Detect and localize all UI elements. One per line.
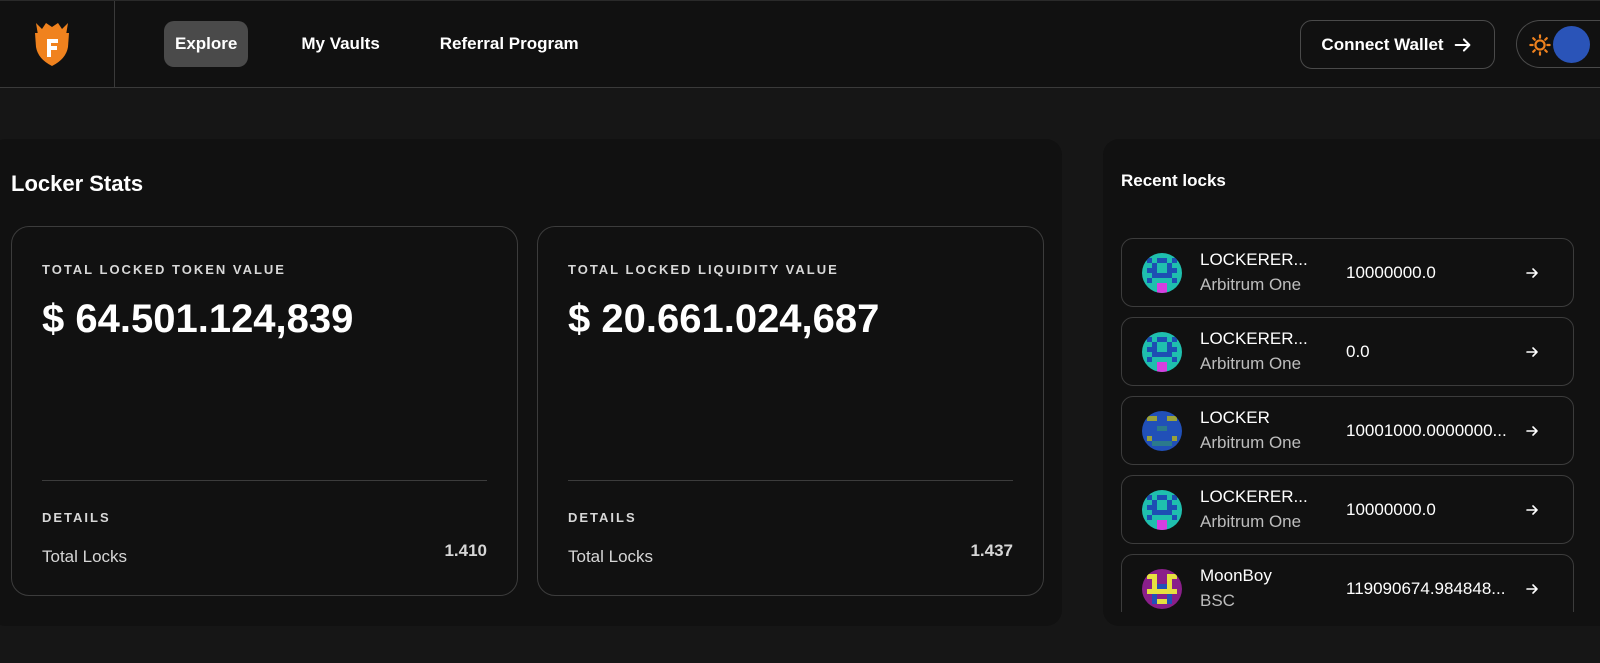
lock-token-name: LOCKERER... bbox=[1200, 487, 1308, 506]
lock-amount: 10000000.0 bbox=[1346, 500, 1436, 519]
nav-explore[interactable]: Explore bbox=[164, 21, 249, 67]
recent-locks-list[interactable]: LOCKERER... Arbitrum One 10000000.0 LOCK… bbox=[1121, 238, 1574, 612]
connect-wallet-label: Connect Wallet bbox=[1321, 34, 1444, 54]
lock-item[interactable]: LOCKER Arbitrum One 10001000.0000000... bbox=[1121, 396, 1574, 465]
nav-referral-program[interactable]: Referral Program bbox=[429, 21, 590, 67]
nav-my-vaults[interactable]: My Vaults bbox=[290, 21, 390, 67]
lock-token-name: LOCKERER... bbox=[1200, 250, 1308, 269]
token-avatar-icon bbox=[1142, 253, 1182, 293]
lock-chain: BSC bbox=[1200, 591, 1235, 610]
sun-icon bbox=[1529, 34, 1551, 56]
arrow-right-icon bbox=[1526, 426, 1538, 436]
toggle-knob bbox=[1553, 26, 1590, 63]
lock-token-name: LOCKERER... bbox=[1200, 329, 1308, 348]
card-value: $ 20.661.024,687 bbox=[568, 297, 880, 341]
lock-amount: 119090674.984848... bbox=[1346, 579, 1506, 598]
arrow-right-icon bbox=[1526, 584, 1538, 594]
theme-toggle[interactable] bbox=[1516, 20, 1600, 68]
lock-item[interactable]: MoonBoy BSC 119090674.984848... bbox=[1121, 554, 1574, 612]
lock-amount: 10000000.0 bbox=[1346, 263, 1436, 282]
logo-icon[interactable] bbox=[32, 17, 72, 67]
lock-chain: Arbitrum One bbox=[1200, 512, 1302, 531]
top-navbar: Explore My Vaults Referral Program Conne… bbox=[0, 0, 1600, 88]
moon-icon bbox=[1569, 36, 1577, 52]
liquidity-value-card: TOTAL LOCKED LIQUIDITY VALUE $ 20.661.02… bbox=[537, 226, 1044, 596]
card-value: $ 64.501.124,839 bbox=[42, 297, 354, 341]
lock-token-name: LOCKER bbox=[1200, 408, 1270, 427]
main-nav: Explore My Vaults Referral Program bbox=[164, 21, 590, 67]
lock-chain: Arbitrum One bbox=[1200, 433, 1302, 452]
lock-chain: Arbitrum One bbox=[1200, 354, 1302, 373]
details-label: DETAILS bbox=[568, 510, 637, 525]
connect-wallet-button[interactable]: Connect Wallet bbox=[1300, 20, 1495, 69]
logo-cell bbox=[0, 1, 115, 88]
lock-item[interactable]: LOCKERER... Arbitrum One 0.0 bbox=[1121, 317, 1574, 386]
lock-token-name: MoonBoy bbox=[1200, 566, 1272, 585]
total-locks-label: Total Locks bbox=[568, 547, 654, 566]
lock-chain: Arbitrum One bbox=[1200, 275, 1302, 294]
lock-amount: 0.0 bbox=[1346, 342, 1370, 361]
token-value-card: TOTAL LOCKED TOKEN VALUE $ 64.501.124,83… bbox=[11, 226, 518, 596]
recent-locks-title: Recent locks bbox=[1121, 171, 1226, 190]
arrow-right-icon bbox=[1526, 347, 1538, 357]
lock-amount: 10001000.0000000... bbox=[1346, 421, 1507, 440]
lock-item[interactable]: LOCKERER... Arbitrum One 10000000.0 bbox=[1121, 238, 1574, 307]
recent-locks-panel: Recent locks LOCKERER... Arbitrum One 10… bbox=[1103, 139, 1600, 626]
card-label: TOTAL LOCKED LIQUIDITY VALUE bbox=[568, 262, 839, 277]
token-avatar-icon bbox=[1142, 569, 1182, 609]
total-locks-value: 1.437 bbox=[970, 541, 1013, 560]
token-avatar-icon bbox=[1142, 490, 1182, 530]
locker-stats-panel: Locker Stats TOTAL LOCKED TOKEN VALUE $ … bbox=[0, 139, 1062, 626]
card-label: TOTAL LOCKED TOKEN VALUE bbox=[42, 262, 286, 277]
total-locks-value: 1.410 bbox=[444, 541, 487, 560]
details-label: DETAILS bbox=[42, 510, 111, 525]
divider bbox=[568, 480, 1013, 481]
arrow-right-icon bbox=[1526, 505, 1538, 515]
token-avatar-icon bbox=[1142, 332, 1182, 372]
token-avatar-icon bbox=[1142, 411, 1182, 451]
lock-item[interactable]: LOCKERER... Arbitrum One 10000000.0 bbox=[1121, 475, 1574, 544]
divider bbox=[42, 480, 487, 481]
arrow-right-icon bbox=[1526, 268, 1538, 278]
arrow-right-icon bbox=[1454, 37, 1471, 52]
total-locks-label: Total Locks bbox=[42, 547, 128, 566]
locker-stats-title: Locker Stats bbox=[11, 171, 144, 196]
